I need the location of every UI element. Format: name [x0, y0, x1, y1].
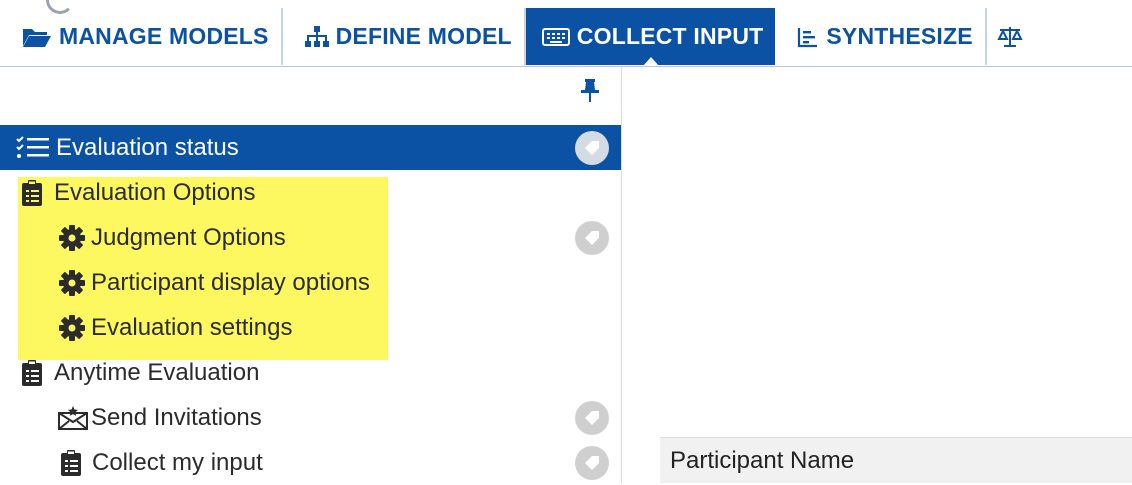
sidebar-item-label: Judgment Options [91, 223, 286, 251]
sidebar-item-label: Collect my input [92, 448, 263, 476]
sidebar-item-evaluation-options[interactable]: Evaluation Options [0, 170, 621, 215]
balance-scale-icon [997, 25, 1023, 49]
sidebar-item-label: Participant display options [91, 268, 370, 296]
sidebar-item-participant-display-options[interactable]: Participant display options [0, 260, 621, 305]
folder-open-icon [22, 26, 52, 48]
envelope-icon [57, 405, 89, 431]
sidebar-item-collect-my-input[interactable]: Collect my input [0, 440, 621, 485]
tab-label: DEFINE MODEL [335, 23, 512, 49]
keyboard-icon [541, 27, 570, 47]
tab-synthesize[interactable]: SYNTHESIZE [775, 8, 987, 65]
sidebar-item-label: Anytime Evaluation [54, 358, 260, 386]
pin-icon[interactable] [580, 79, 600, 103]
tab-label: MANAGE MODELS [59, 23, 269, 49]
sidebar-item-label: Send Invitations [91, 403, 262, 431]
checklist-icon [16, 135, 52, 161]
tab-manage-models[interactable]: MANAGE MODELS [0, 8, 283, 65]
sitemap-icon [304, 25, 329, 48]
tab-label: COLLECT INPUT [576, 23, 764, 49]
active-tab-caret [642, 57, 659, 66]
nav-tabs: MANAGE MODELS DEFINE MODEL COLLECT INPUT… [0, 8, 1023, 66]
clipboard-icon [61, 449, 81, 476]
sidebar: Evaluation status Evaluation Options Jud… [0, 67, 622, 483]
tab-define-model[interactable]: DEFINE MODEL [283, 8, 526, 65]
sidebar-item-evaluation-settings[interactable]: Evaluation settings [0, 305, 621, 350]
bar-chart-icon [797, 26, 819, 48]
gear-icon [57, 269, 87, 296]
clipboard-icon [22, 359, 42, 386]
sidebar-item-judgment-options[interactable]: Judgment Options [0, 215, 621, 260]
sidebar-item-evaluation-status[interactable]: Evaluation status [0, 125, 621, 170]
sidebar-item-send-invitations[interactable]: Send Invitations [0, 395, 621, 440]
gear-icon [57, 314, 87, 341]
sidebar-item-label: Evaluation settings [91, 313, 293, 341]
gear-icon [57, 224, 87, 251]
sidebar-item-anytime-evaluation[interactable]: Anytime Evaluation [0, 350, 621, 395]
top-navigation: MANAGE MODELS DEFINE MODEL COLLECT INPUT… [0, 0, 1132, 67]
tag-icon[interactable] [575, 130, 609, 165]
tab-label: SYNTHESIZE [826, 23, 973, 49]
tab-collect-input[interactable]: COLLECT INPUT [525, 8, 776, 66]
tag-icon[interactable] [575, 220, 609, 255]
clipboard-icon [22, 179, 42, 206]
sidebar-item-label: Evaluation status [56, 133, 239, 161]
tag-icon[interactable] [575, 445, 609, 480]
sidebar-item-label: Evaluation Options [54, 178, 256, 206]
column-header-participant-name[interactable]: Participant Name [670, 447, 854, 475]
tag-icon[interactable] [575, 400, 609, 435]
participants-table-header: Participant Name [660, 437, 1132, 483]
tab-next-partial[interactable] [987, 8, 1023, 65]
